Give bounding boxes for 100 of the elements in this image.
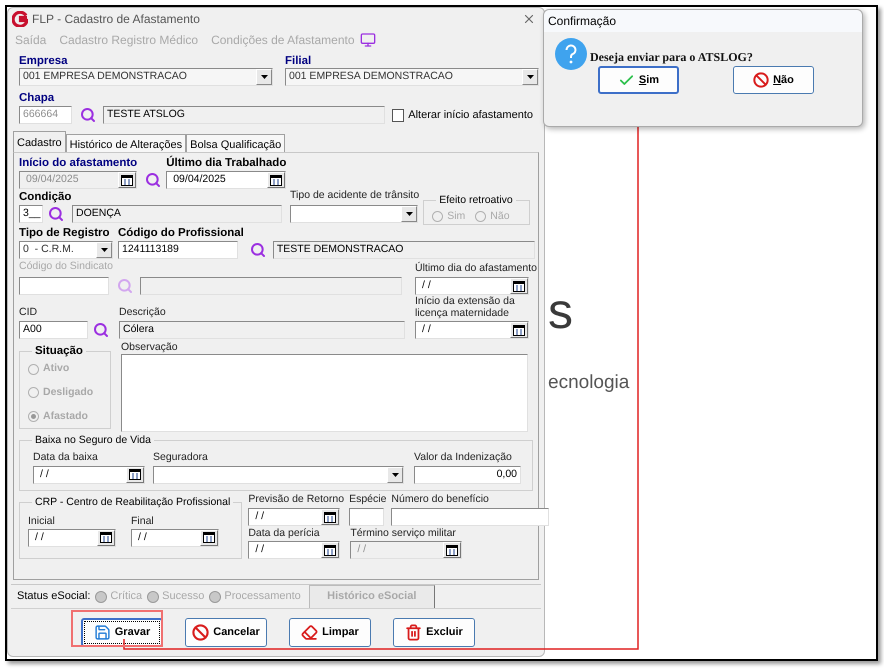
field-label: Valor da Indenização: [414, 450, 513, 464]
field-label: Início do afastamento: [19, 157, 138, 170]
search-icon[interactable]: [250, 242, 266, 258]
text-field[interactable]: 3__: [19, 205, 43, 223]
search-icon[interactable]: [145, 172, 162, 188]
calendar-icon: [121, 174, 133, 186]
checkbox[interactable]: [392, 108, 404, 122]
tab[interactable]: Cadastro: [13, 131, 66, 152]
calendar-button[interactable]: [267, 172, 286, 188]
field-label: Último dia Trabalhado: [166, 157, 286, 170]
calendar-button[interactable]: [321, 509, 340, 525]
date-field[interactable]: / /: [28, 528, 116, 547]
calendar-icon: [203, 532, 215, 544]
yes-button[interactable]: Sim: [598, 66, 679, 94]
text-field[interactable]: DOENÇA: [72, 205, 282, 223]
field-label: Inicial: [28, 514, 56, 528]
calendar-button[interactable]: [510, 278, 528, 294]
text-field[interactable]: TESTE DEMONSTRACAO: [272, 241, 535, 259]
calendar-button[interactable]: [97, 530, 115, 546]
no-button[interactable]: Não: [733, 66, 814, 94]
dropdown-button[interactable]: [401, 206, 417, 222]
date-field[interactable]: / /: [248, 541, 340, 559]
field-label: Chapa: [19, 92, 56, 105]
text-field[interactable]: 1241113189: [118, 241, 238, 259]
text-field[interactable]: A00: [19, 321, 88, 339]
group-title: Efeito retroativo: [438, 193, 514, 208]
monitor-icon[interactable]: [360, 32, 376, 48]
status-indicator-label: Processamento: [224, 589, 301, 604]
field-label: Tipo de Registro: [19, 227, 111, 240]
date-field[interactable]: / /: [33, 466, 145, 484]
dropdown-field[interactable]: [153, 466, 404, 484]
date-field[interactable]: / /: [248, 508, 340, 526]
cancel-icon: [753, 72, 770, 88]
dropdown-field[interactable]: 001 EMPRESA DEMONSTRACAO: [285, 68, 539, 86]
search-icon[interactable]: [93, 322, 109, 338]
status-indicator-icon: [95, 590, 108, 602]
close-icon[interactable]: [522, 12, 536, 26]
radio-label: Afastado: [43, 408, 88, 424]
field-label: Término serviço militar: [350, 527, 457, 540]
search-icon[interactable]: [48, 206, 64, 222]
dropdown-field[interactable]: 0 - C.R.M.: [19, 241, 113, 259]
cancel-button[interactable]: Cancelar: [185, 618, 267, 647]
field-label: Previsão de Retorno: [248, 493, 344, 506]
dropdown-field[interactable]: 001 EMPRESA DEMONSTRACAO: [19, 68, 273, 86]
background-text: s: [548, 283, 573, 339]
status-indicator-label: Crítica: [110, 589, 142, 604]
field-label: Final: [131, 514, 155, 528]
clear-button[interactable]: Limpar: [289, 618, 371, 647]
calendar-button[interactable]: [200, 530, 218, 546]
date-field[interactable]: / /: [131, 528, 219, 547]
field-label: Empresa: [19, 55, 69, 68]
radio-label: Ativo: [43, 361, 70, 376]
group-title: Baixa no Seguro de Vida: [34, 433, 152, 448]
field-label: Condição: [19, 191, 72, 204]
calendar-icon: [324, 544, 336, 556]
dialog-title: Confirmação: [548, 13, 616, 30]
dropdown-button[interactable]: [387, 466, 403, 483]
text-field[interactable]: [391, 508, 550, 526]
save-button[interactable]: Gravar: [81, 618, 163, 647]
text-field[interactable]: Cólera: [119, 321, 405, 339]
calendar-button[interactable]: [510, 322, 528, 338]
dropdown-button[interactable]: [256, 69, 272, 85]
text-field[interactable]: 0,00: [414, 466, 521, 484]
calendar-button[interactable]: [321, 542, 340, 558]
delete-button[interactable]: Excluir: [393, 618, 475, 647]
text-field[interactable]: [19, 277, 109, 295]
background-text: ecnologia: [548, 371, 630, 395]
text-field[interactable]: [140, 277, 402, 295]
field-label: Número do benefício: [391, 493, 490, 506]
date-field[interactable]: / /: [415, 321, 529, 339]
dropdown-arrow-icon: [260, 75, 268, 79]
status-label: Status eSocial:: [17, 589, 90, 604]
text-field[interactable]: [349, 508, 384, 526]
status-indicator-icon: [209, 590, 222, 602]
search-icon[interactable]: [80, 107, 96, 123]
app-logo-icon: [12, 11, 28, 27]
cancel-icon: [192, 624, 210, 641]
tab[interactable]: Bolsa Qualificação: [186, 134, 286, 152]
date-field[interactable]: 09/04/2025: [166, 171, 286, 189]
status-indicator-icon: [147, 590, 160, 602]
eraser-icon: [301, 624, 318, 641]
field-label: Data da perícia: [248, 527, 321, 540]
field-label: Descrição: [119, 306, 167, 319]
calendar-button[interactable]: [126, 466, 144, 483]
dropdown-field[interactable]: [290, 205, 418, 223]
dropdown-arrow-icon: [406, 212, 412, 216]
tab[interactable]: Histórico de Alterações: [66, 134, 186, 152]
radio-label: Não: [490, 208, 510, 224]
calendar-icon: [270, 174, 282, 186]
field-label: Início da extensão da licença maternidade: [415, 295, 516, 319]
date-field[interactable]: / /: [415, 277, 529, 295]
calendar-icon: [513, 324, 525, 336]
dropdown-button[interactable]: [96, 242, 112, 258]
field-label: Data da baixa: [33, 450, 99, 464]
calendar-icon: [100, 532, 112, 544]
calendar-icon: [324, 512, 336, 522]
checkbox-label: Alterar início afastamento: [408, 108, 533, 123]
dropdown-button[interactable]: [522, 69, 538, 85]
window-title: FLP - Cadastro de Afastamento: [32, 11, 201, 28]
field-label: Filial: [285, 55, 312, 68]
